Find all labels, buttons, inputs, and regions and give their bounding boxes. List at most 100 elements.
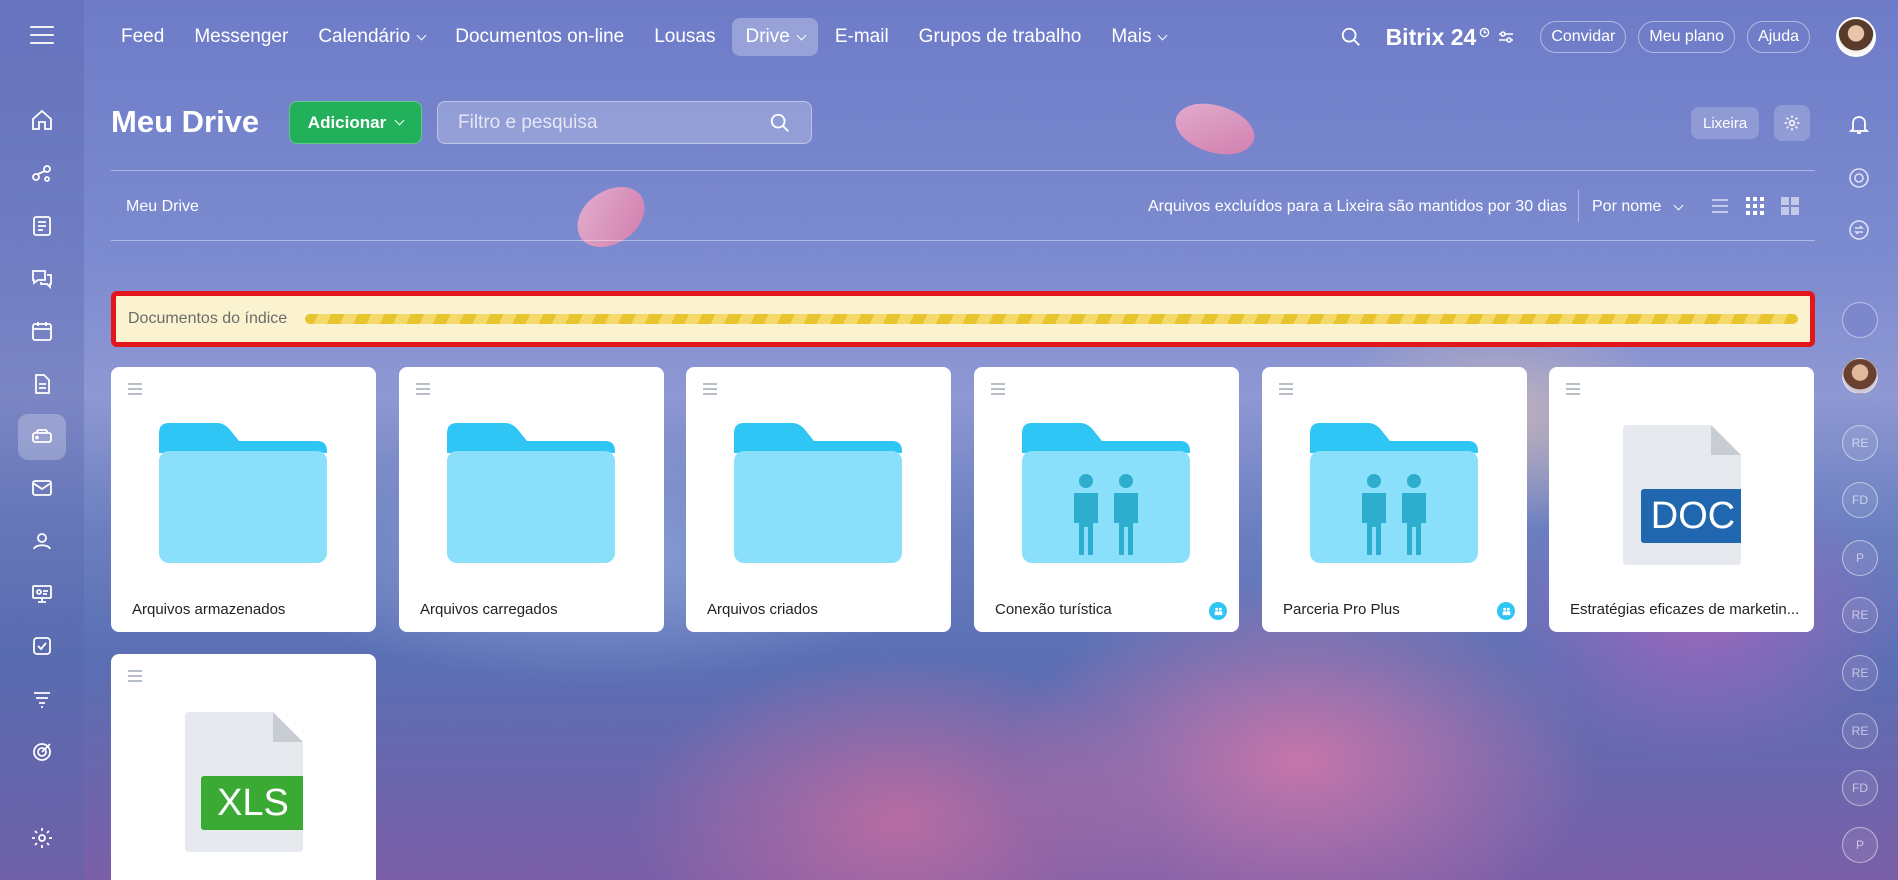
- mail-icon[interactable]: [22, 468, 62, 508]
- divider: [111, 170, 1815, 171]
- bell-icon[interactable]: [1843, 108, 1875, 140]
- xls-badge-label: XLS: [217, 782, 289, 824]
- menu-icon[interactable]: [30, 26, 54, 46]
- tasks-icon[interactable]: [22, 626, 62, 666]
- drag-handle-icon[interactable]: [991, 383, 1005, 398]
- rail-avatar[interactable]: RE: [1842, 713, 1878, 749]
- list-view-icon[interactable]: [1710, 196, 1730, 216]
- divider: [1578, 190, 1579, 222]
- file-card[interactable]: XLS: [111, 654, 376, 880]
- nav-item-messenger[interactable]: Messenger: [181, 18, 301, 56]
- nav-item-online-documents[interactable]: Documentos on-line: [442, 18, 637, 56]
- rail-avatar[interactable]: FD: [1842, 482, 1878, 518]
- chevron-down-icon: [796, 30, 807, 40]
- large-tile-view-icon[interactable]: [1780, 196, 1800, 216]
- sync-icon[interactable]: [1843, 214, 1875, 246]
- index-label: Documentos do índice: [128, 310, 288, 327]
- nav-label: Calendário: [318, 26, 411, 47]
- nav-item-boards[interactable]: Lousas: [641, 18, 728, 56]
- nav-label: Messenger: [194, 26, 289, 47]
- chevron-down-icon: [1673, 200, 1684, 210]
- target-icon[interactable]: [22, 732, 62, 772]
- news-icon[interactable]: [22, 206, 62, 246]
- nav-item-calendar[interactable]: Calendário: [305, 18, 438, 56]
- index-progress-banner: Documentos do índice: [111, 291, 1815, 347]
- nav-item-drive[interactable]: Drive: [732, 18, 818, 56]
- file-card[interactable]: Arquivos carregados: [399, 367, 664, 632]
- sort-dropdown[interactable]: Por nome: [1592, 198, 1684, 216]
- nav-item-workgroups[interactable]: Grupos de trabalho: [906, 18, 1095, 56]
- search-input[interactable]: Filtro e pesquisa: [437, 101, 812, 144]
- nav-label: Documentos on-line: [455, 26, 625, 47]
- automation-icon[interactable]: [22, 153, 62, 193]
- settings-icon[interactable]: [22, 818, 62, 858]
- divider: [111, 240, 1815, 241]
- help-button[interactable]: Ajuda: [1747, 21, 1810, 53]
- file-card[interactable]: Parceria Pro Plus: [1262, 367, 1527, 632]
- rail-avatar[interactable]: P: [1842, 827, 1878, 863]
- drag-handle-icon[interactable]: [128, 670, 142, 685]
- breadcrumb[interactable]: Meu Drive: [126, 198, 199, 216]
- chat-icon[interactable]: [22, 258, 62, 298]
- drag-handle-icon[interactable]: [1279, 383, 1293, 398]
- calendar-icon[interactable]: [22, 311, 62, 351]
- invite-button[interactable]: Convidar: [1540, 21, 1627, 53]
- rail-avatar[interactable]: [1842, 302, 1878, 338]
- drag-handle-icon[interactable]: [703, 383, 717, 398]
- file-card[interactable]: DOC Estratégias eficazes de marketin...: [1549, 367, 1814, 632]
- drag-handle-icon[interactable]: [128, 383, 142, 398]
- file-name: Arquivos armazenados: [132, 601, 286, 618]
- tune-icon[interactable]: [1498, 30, 1514, 44]
- rail-avatar[interactable]: [1842, 358, 1878, 394]
- file-name: Conexão turística: [995, 601, 1112, 618]
- file-card[interactable]: Conexão turística: [974, 367, 1239, 632]
- presentation-icon[interactable]: [22, 574, 62, 614]
- file-card[interactable]: Arquivos armazenados: [111, 367, 376, 632]
- nav-label: Mais: [1111, 26, 1152, 47]
- rail-avatar[interactable]: RE: [1842, 655, 1878, 691]
- document-icon[interactable]: [22, 364, 62, 404]
- nav-item-more[interactable]: Mais: [1098, 18, 1179, 56]
- main-nav: Feed Messenger Calendário Documentos on-…: [108, 18, 1183, 56]
- drive-icon[interactable]: [18, 414, 66, 460]
- doc-badge-label: DOC: [1650, 495, 1736, 537]
- shared-badge-icon: [1209, 602, 1227, 620]
- nav-label: E-mail: [834, 26, 889, 47]
- clock-icon: [1480, 27, 1490, 37]
- nav-item-feed[interactable]: Feed: [108, 18, 177, 56]
- nav-label: Grupos de trabalho: [918, 26, 1082, 47]
- user-avatar[interactable]: [1836, 17, 1876, 57]
- settings-gear-button[interactable]: [1774, 105, 1810, 141]
- search-icon[interactable]: [769, 112, 791, 134]
- drag-handle-icon[interactable]: [416, 383, 430, 398]
- search-icon[interactable]: [1340, 26, 1362, 48]
- brand-logo[interactable]: Bitrix 24: [1386, 24, 1491, 51]
- trash-button[interactable]: Lixeira: [1691, 107, 1760, 139]
- add-button[interactable]: Adicionar: [289, 101, 422, 144]
- file-card[interactable]: Arquivos criados: [686, 367, 951, 632]
- page-title: Meu Drive: [111, 104, 260, 139]
- contacts-icon[interactable]: [22, 521, 62, 561]
- shared-folder-icon: [1022, 423, 1190, 563]
- top-right-controls: Bitrix 24 Convidar Meu plano Ajuda: [1340, 0, 1898, 74]
- background-petal: [1168, 90, 1262, 168]
- filter-icon[interactable]: [22, 679, 62, 719]
- copilot-icon[interactable]: [1843, 162, 1875, 194]
- rail-avatar[interactable]: RE: [1842, 425, 1878, 461]
- drag-handle-icon[interactable]: [1566, 383, 1580, 398]
- search-placeholder: Filtro e pesquisa: [458, 111, 598, 133]
- rail-avatar[interactable]: RE: [1842, 597, 1878, 633]
- folder-icon: [159, 423, 327, 563]
- nav-item-email[interactable]: E-mail: [822, 18, 902, 56]
- rail-avatar[interactable]: P: [1842, 540, 1878, 576]
- retention-note: Arquivos excluídos para a Lixeira são ma…: [1148, 198, 1567, 215]
- file-name: Estratégias eficazes de marketin...: [1570, 601, 1800, 618]
- grid-view-icon[interactable]: [1745, 196, 1765, 216]
- top-navigation: Feed Messenger Calendário Documentos on-…: [84, 0, 1898, 74]
- add-button-label: Adicionar: [307, 112, 387, 132]
- folder-icon: [447, 423, 615, 563]
- my-plan-button[interactable]: Meu plano: [1638, 21, 1736, 53]
- file-name: Arquivos criados: [707, 601, 818, 618]
- home-icon[interactable]: [22, 100, 62, 140]
- rail-avatar[interactable]: FD: [1842, 770, 1878, 806]
